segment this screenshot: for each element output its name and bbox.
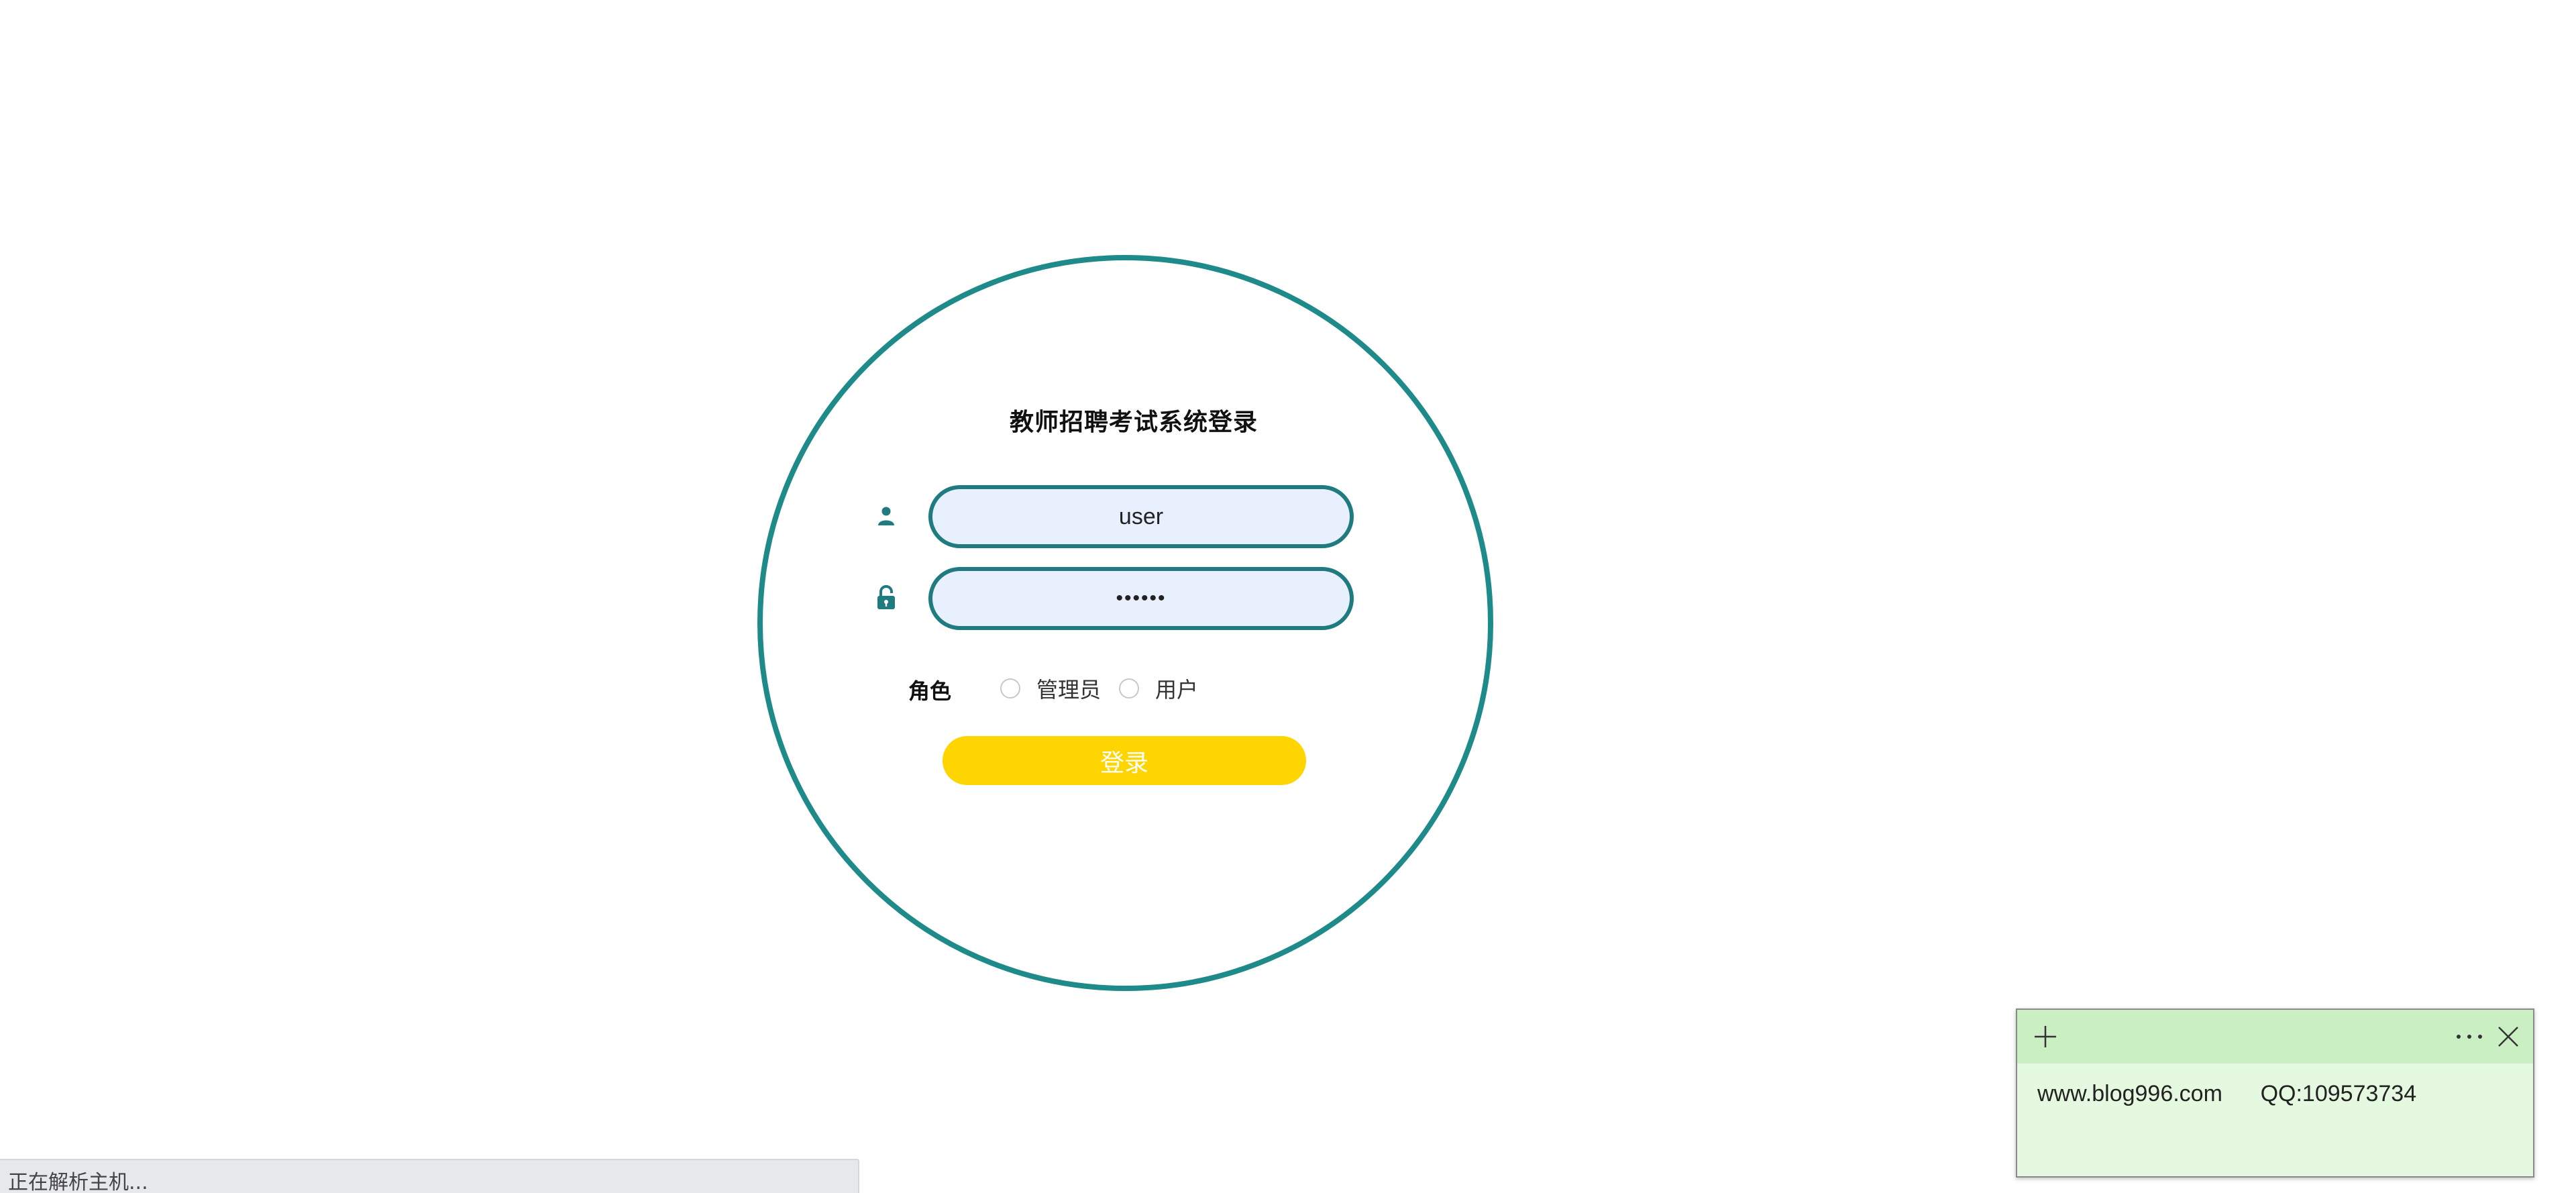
close-icon[interactable] [2491, 1019, 2526, 1054]
status-bar: 正在解析主机... [0, 1159, 859, 1193]
status-text: 正在解析主机... [8, 1171, 148, 1193]
user-icon [869, 499, 903, 533]
sticky-note[interactable]: www.blog996.com QQ:109573734 [2016, 1008, 2534, 1178]
plus-icon[interactable] [2028, 1019, 2063, 1054]
more-icon[interactable] [2452, 1019, 2487, 1054]
role-option-user[interactable]: 用户 [1119, 673, 1198, 704]
role-option-admin[interactable]: 管理员 [1000, 673, 1101, 704]
username-input[interactable] [928, 485, 1354, 548]
role-option-user-label: 用户 [1155, 677, 1199, 703]
lock-icon [869, 581, 903, 615]
sticky-note-text[interactable]: www.blog996.com QQ:109573734 [2037, 1081, 2416, 1107]
password-input[interactable] [928, 567, 1354, 630]
sticky-note-header[interactable] [2017, 1010, 2533, 1064]
radio-button-admin[interactable] [1000, 678, 1020, 698]
page: 教师招聘考试系统登录 角色 管理员 用户 登录 正在解析主机... [0, 0, 2576, 1193]
role-option-admin-label: 管理员 [1036, 677, 1102, 703]
login-title: 教师招聘考试系统登录 [1009, 409, 1258, 436]
radio-button-user[interactable] [1119, 678, 1139, 698]
login-button[interactable]: 登录 [943, 736, 1306, 785]
role-label: 角色 [908, 678, 952, 704]
